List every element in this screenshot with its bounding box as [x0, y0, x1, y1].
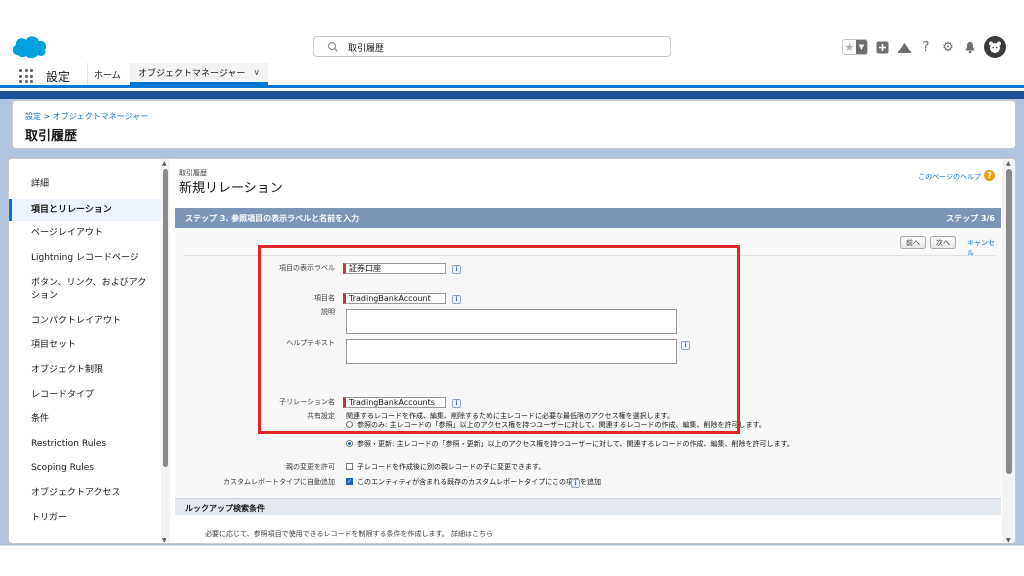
sidebar-item-triggers[interactable]: トリガー — [9, 512, 161, 524]
content-title: 新規リレーション — [179, 181, 283, 196]
sidebar-scroll-thumb[interactable] — [163, 169, 168, 467]
sharing-read-write-text: 参照・更新: 主レコードの「参照・更新」以上のアクセス権を持つユーザーに対して、… — [357, 440, 794, 448]
bell-icon[interactable] — [962, 39, 978, 55]
sidebar-item-buttons-links-actions-cont[interactable]: ション — [9, 290, 161, 302]
sidebar-item-lightning-record-pages[interactable]: Lightning レコードページ — [9, 252, 161, 264]
sidebar-item-page-layouts[interactable]: ページレイアウト — [9, 227, 161, 239]
step-bar: ステップ 3. 参照項目の表示ラベルと名前を入力 ステップ 3/6 — [175, 208, 1001, 228]
auto-add-report-type-text: このエンティティが含まれる既存のカスタムレポートタイプにこの項目を追加 — [357, 478, 602, 486]
scroll-down-icon[interactable]: ▼ — [1006, 537, 1011, 543]
tab-home-label: ホーム — [94, 70, 121, 81]
scroll-up-icon[interactable]: ▲ — [162, 160, 167, 167]
sidebar-item-field-sets[interactable]: 項目セット — [9, 339, 161, 351]
chevron-down-icon[interactable]: ∨ — [253, 68, 260, 78]
prev-button[interactable]: 前へ — [900, 236, 926, 249]
global-actions-icon[interactable] — [874, 39, 890, 55]
tab-home[interactable]: ホーム — [87, 63, 127, 85]
search-input-value[interactable]: 取引履歴 — [348, 41, 384, 54]
highlight-annotation-box — [258, 245, 740, 434]
step-count: ステップ 3/6 — [946, 214, 995, 223]
sidebar: 詳細 項目とリレーション ページレイアウト Lightning レコードページ … — [9, 159, 161, 543]
scroll-down-icon[interactable]: ▼ — [162, 537, 167, 543]
tab-object-manager-label: オブジェクトマネージャー — [138, 69, 246, 79]
sharing-read-write-radio[interactable] — [346, 440, 353, 447]
auto-add-report-type-label: カスタムレポートタイプに自動追加 — [223, 478, 335, 486]
help-icon[interactable]: ? — [918, 39, 934, 55]
app-navigation-bar: 設定 ホーム オブジェクトマネージャー ∨ — [0, 63, 1024, 88]
sidebar-item-object-limits[interactable]: オブジェクト制限 — [9, 364, 161, 376]
sidebar-item-fields-relationships[interactable]: 項目とリレーション — [9, 199, 161, 221]
star-icon: ★ — [844, 40, 855, 54]
lookup-filter-section-header: ルックアップ検索条件 — [175, 498, 1001, 515]
info-icon[interactable]: i — [571, 479, 580, 488]
breadcrumb[interactable]: 設定 > オブジェクトマネージャー — [25, 111, 148, 122]
lookup-filter-note: 必要に応じて、参照項目で使用できるレコードを制限する条件を作成します。 詳細はこ… — [205, 530, 494, 538]
next-button[interactable]: 次へ — [930, 236, 956, 249]
allow-reparenting-text: 子レコードを作成後に別の親レコードの子に変更できます。 — [357, 463, 546, 471]
help-for-this-page-link[interactable]: このページのヘルプ — [918, 172, 981, 182]
next-button-label: 次へ — [936, 238, 950, 247]
prev-button-label: 前へ — [906, 238, 920, 247]
page-header: 設定 > オブジェクトマネージャー 取引履歴 — [12, 100, 1016, 149]
sidebar-item-conditions[interactable]: 条件 — [9, 413, 161, 425]
sidebar-scrollbar[interactable]: ▲ ▼ — [161, 159, 170, 543]
global-header: 取引履歴 ★ ▼ ? ⚙ — [0, 29, 1024, 63]
sidebar-item-restriction-rules[interactable]: Restriction Rules — [9, 438, 161, 450]
page-title: 取引履歴 — [25, 129, 78, 144]
salesforce-cloud-icon[interactable] — [10, 33, 48, 59]
sidebar-item-scoping-rules[interactable]: Scoping Rules — [9, 462, 161, 474]
sidebar-item-record-types[interactable]: レコードタイプ — [9, 389, 161, 401]
app-root: 取引履歴 ★ ▼ ? ⚙ 設定 ホーム オブジェクトマネージャー ∨ 設定 > … — [0, 0, 1024, 576]
lookup-filter-section-title: ルックアップ検索条件 — [185, 504, 265, 513]
sidebar-item-object-access[interactable]: オブジェクトアクセス — [9, 487, 161, 499]
setup-header-stripe — [0, 91, 1024, 99]
header-utility-icons: ★ ▼ ? ⚙ — [842, 35, 1006, 59]
main-scroll-thumb[interactable] — [1006, 169, 1012, 474]
main-scrollbar[interactable]: ▲ ▼ — [1002, 159, 1015, 543]
help-icon[interactable]: ? — [984, 170, 995, 181]
chevron-down-icon: ▼ — [855, 40, 867, 54]
step-title: ステップ 3. 参照項目の表示ラベルと名前を入力 — [185, 214, 360, 223]
user-avatar[interactable] — [984, 36, 1006, 58]
trailhead-icon[interactable] — [896, 39, 912, 55]
allow-reparenting-label: 親の変更を許可 — [286, 463, 335, 471]
gear-icon[interactable]: ⚙ — [940, 39, 956, 55]
sidebar-item-buttons-links-actions[interactable]: ボタン、リンク、およびアク — [9, 277, 161, 289]
scroll-up-icon[interactable]: ▲ — [1006, 160, 1011, 167]
auto-add-report-type-checkbox[interactable]: ✓ — [346, 478, 353, 485]
global-search[interactable]: 取引履歴 — [313, 36, 671, 57]
search-icon — [327, 41, 338, 52]
sidebar-item-details[interactable]: 詳細 — [9, 178, 161, 190]
favorites-button[interactable]: ★ ▼ — [842, 39, 868, 55]
sidebar-item-compact-layouts[interactable]: コンパクトレイアウト — [9, 315, 161, 327]
app-name: 設定 — [46, 70, 71, 84]
app-launcher-icon[interactable] — [19, 69, 33, 83]
tab-object-manager[interactable]: オブジェクトマネージャー ∨ — [130, 63, 268, 85]
bottom-bar — [0, 545, 1024, 576]
allow-reparenting-checkbox[interactable] — [346, 463, 353, 470]
